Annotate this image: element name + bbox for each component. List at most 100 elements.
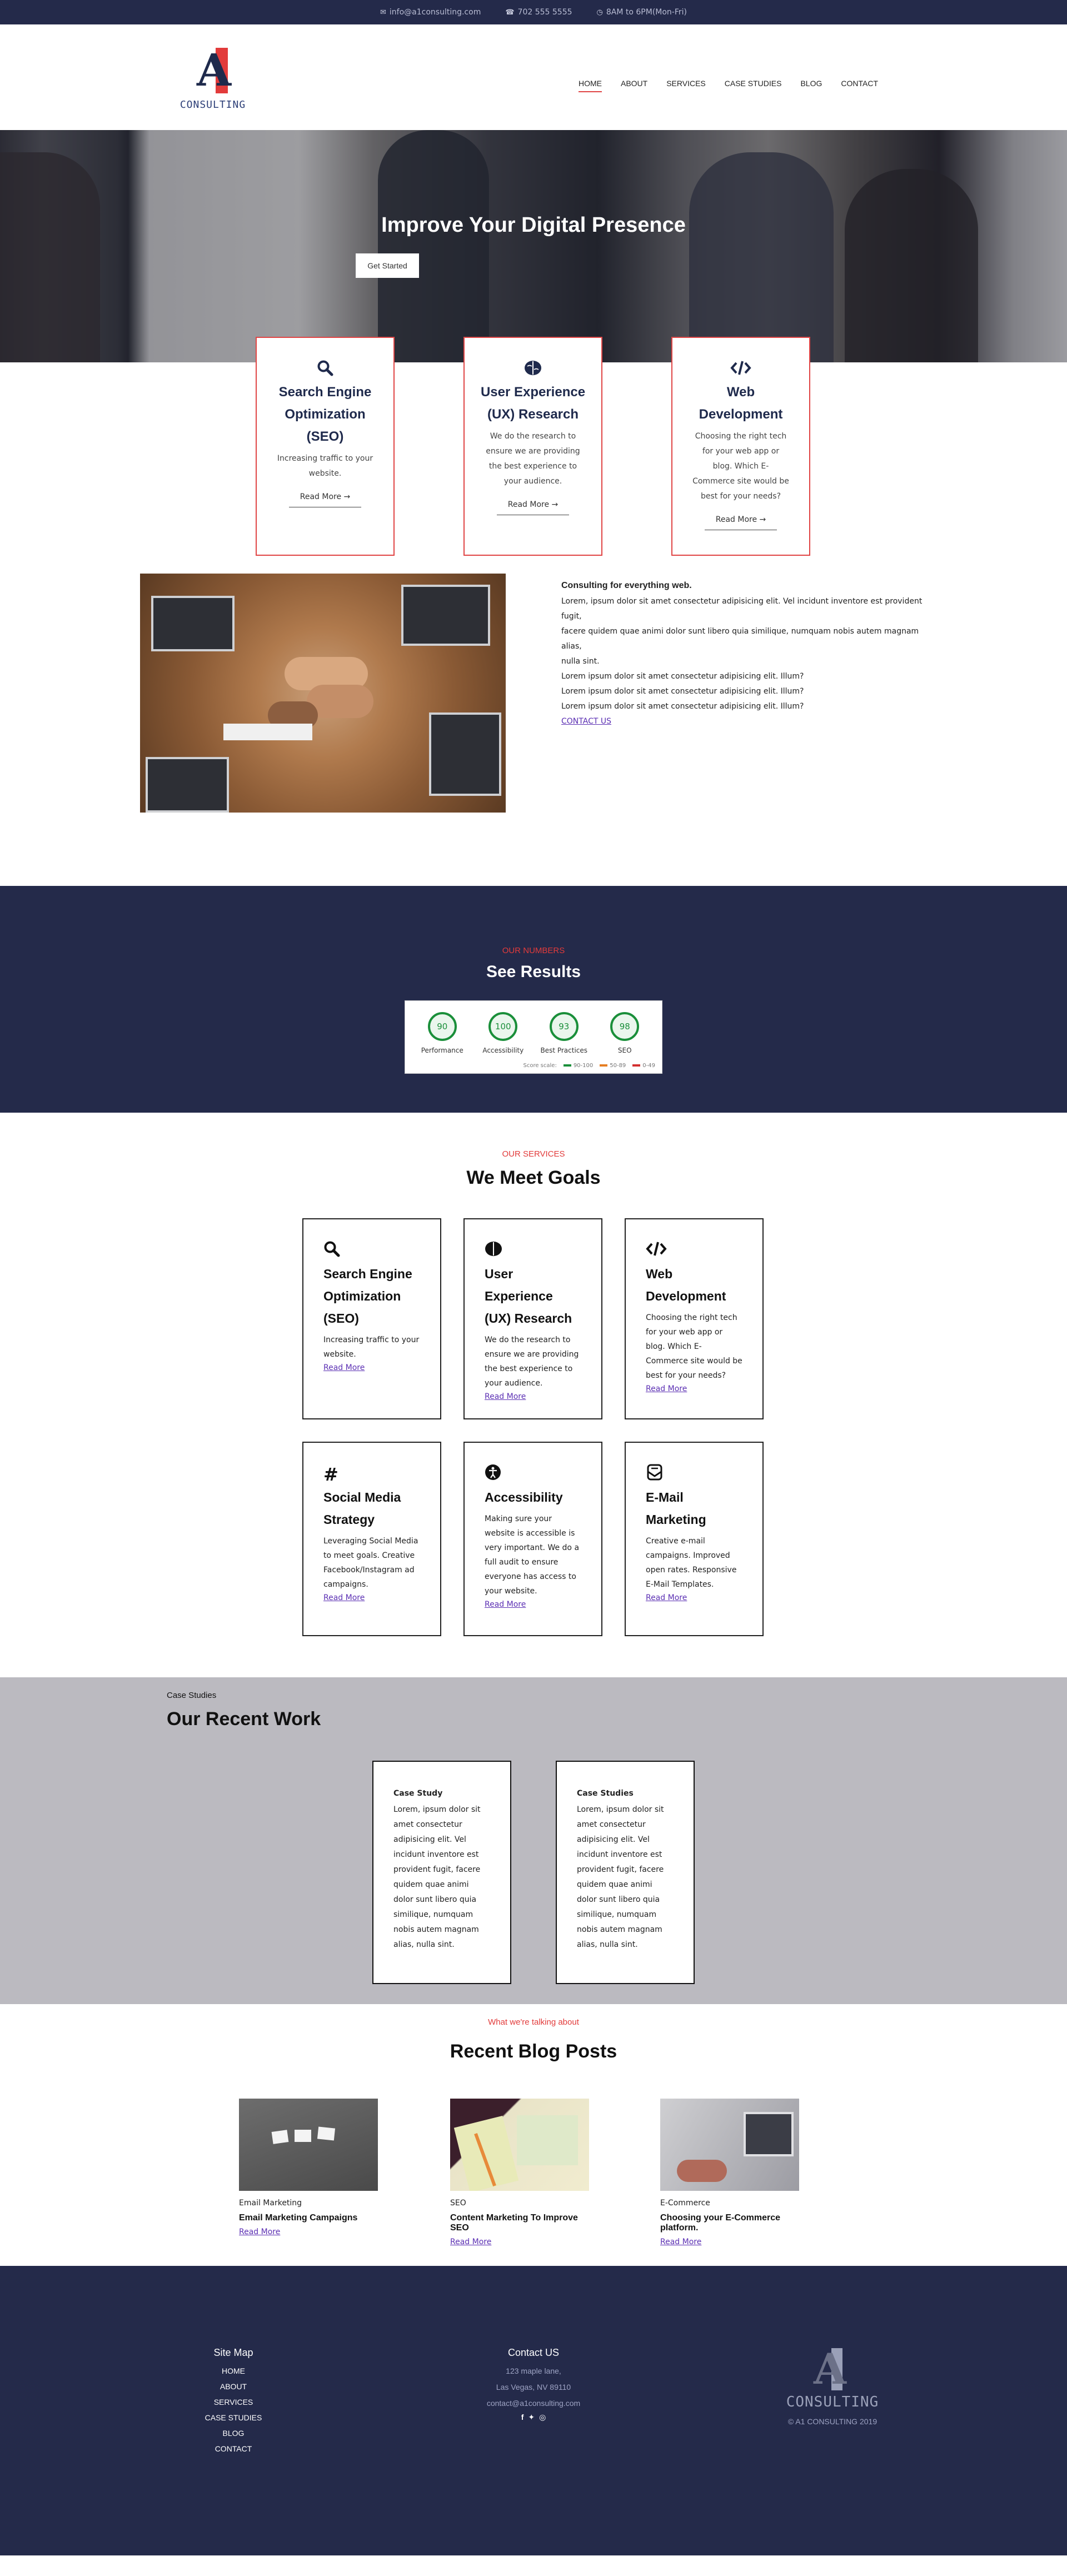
search-icon — [323, 1240, 420, 1260]
consulting-section: Consulting for everything web. Lorem, ip… — [0, 574, 1067, 886]
site-logo[interactable]: A CONSULTING — [177, 48, 249, 111]
blog-post-title[interactable]: Choosing your E-Commerce platform. — [660, 2213, 799, 2233]
case-study-card[interactable]: Case Studies Lorem, ipsum dolor sit amet … — [556, 1761, 695, 1984]
twitter-icon[interactable]: ✦ — [528, 2413, 535, 2422]
feature-read-more-link[interactable]: Read More → — [288, 488, 362, 507]
service-read-more-link[interactable]: Read More — [485, 1600, 526, 1609]
hero-title: Improve Your Digital Presence — [381, 213, 686, 237]
footer-logo-mark: A — [814, 2344, 846, 2394]
topbar-hours: ◷ 8AM to 6PM(Mon-Fri) — [597, 8, 687, 17]
blog-post-image[interactable] — [660, 2099, 799, 2191]
nav-contact[interactable]: CONTACT — [841, 79, 878, 92]
footer-link-about[interactable]: ABOUT — [150, 2379, 317, 2394]
feature-card-web-dev: Web Development Choosing the right tech fo… — [671, 337, 810, 556]
feature-title: Web Development — [699, 385, 783, 422]
nav-blog[interactable]: BLOG — [800, 79, 822, 92]
case-study-card[interactable]: Case Study Lorem, ipsum dolor sit amet co… — [372, 1761, 511, 1984]
nav-about[interactable]: ABOUT — [621, 79, 647, 92]
service-read-more-link[interactable]: Read More — [646, 1593, 687, 1602]
footer-link-blog[interactable]: BLOG — [150, 2425, 317, 2441]
brain-icon — [478, 357, 588, 379]
service-title: Search Engine Optimization (SEO) — [323, 1267, 412, 1326]
service-title: Accessibility — [485, 1490, 563, 1504]
gauge-performance: 90 Performance — [415, 1012, 470, 1054]
footer-contact: Contact US 123 maple lane, Las Vegas, NV… — [450, 2347, 617, 2422]
nav-home[interactable]: HOME — [578, 79, 602, 92]
service-card-accessibility: Accessibility Making sure your website is… — [463, 1442, 602, 1636]
topbar-phone-text: 702 555 5555 — [517, 8, 572, 17]
footer-link-services[interactable]: SERVICES — [150, 2394, 317, 2410]
feature-title: Search Engine Optimization (SEO) — [278, 385, 372, 444]
service-read-more-link[interactable]: Read More — [485, 1392, 526, 1401]
cases-title: Our Recent Work — [167, 1708, 321, 1730]
blog-post-card: E-Commerce Choosing your E-Commerce plat… — [660, 2099, 799, 2246]
numbers-eyebrow: OUR NUMBERS — [502, 946, 565, 955]
blog-eyebrow: What we're talking about — [488, 2017, 579, 2027]
get-started-button[interactable]: Get Started — [356, 253, 419, 278]
service-read-more-link[interactable]: Read More — [646, 1384, 687, 1393]
service-card-social-media: # Social Media Strategy Leveraging Social… — [302, 1442, 441, 1636]
footer-link-case-studies[interactable]: CASE STUDIES — [150, 2410, 317, 2425]
search-icon — [270, 357, 380, 379]
service-read-more-link[interactable]: Read More — [323, 1593, 365, 1602]
consulting-heading: Consulting for everything web. — [561, 581, 692, 590]
cases-eyebrow: Case Studies — [167, 1691, 217, 1700]
blog-post-card: Email Marketing Email Marketing Campaign… — [239, 2099, 378, 2236]
feature-read-more-link[interactable]: Read More → — [496, 496, 570, 515]
service-read-more-link[interactable]: Read More — [323, 1363, 365, 1372]
footer-logo[interactable]: A CONSULTING © A1 CONSULTING 2019 — [777, 2348, 888, 2426]
logo-mark: A — [197, 44, 232, 96]
feature-read-more-link[interactable]: Read More → — [704, 511, 777, 530]
envelope-icon: ✉ — [380, 8, 386, 17]
service-text: Increasing traffic to your website. — [323, 1336, 420, 1359]
blog-post-image[interactable] — [239, 2099, 378, 2191]
feature-card-seo: Search Engine Optimization (SEO) Increasin… — [256, 337, 395, 556]
footer-link-contact[interactable]: CONTACT — [150, 2441, 317, 2457]
feature-title: User Experience (UX) Research — [480, 385, 586, 422]
footer-logo-wordmark: CONSULTING — [786, 2394, 879, 2410]
mail-bulk-icon — [646, 1464, 742, 1484]
services-title: We Meet Goals — [466, 1167, 601, 1188]
copyright-text: © A1 CONSULTING 2019 — [787, 2417, 877, 2426]
footer-link-home[interactable]: HOME — [150, 2363, 317, 2379]
lighthouse-score-card: 90 Performance 100 Accessibility 93 Best Pr… — [405, 1000, 662, 1074]
service-text: Leveraging Social Media to meet goals. Cr… — [323, 1537, 418, 1589]
address-line-2: Las Vegas, NV 89110 — [496, 2383, 571, 2391]
topbar-phone[interactable]: ☎ 702 555 5555 — [505, 8, 572, 17]
blog-post-title[interactable]: Content Marketing To Improve SEO — [450, 2213, 589, 2233]
service-title: Web Development — [646, 1267, 726, 1303]
blog-read-more-link[interactable]: Read More — [660, 2238, 701, 2246]
feature-text: Choosing the right tech for your web app … — [692, 432, 789, 501]
nav-services[interactable]: SERVICES — [666, 79, 706, 92]
blog-section: What we're talking about Recent Blog Pos… — [0, 2004, 1067, 2266]
facebook-icon[interactable]: f — [521, 2413, 524, 2422]
teamwork-photo — [140, 574, 506, 813]
case-study-title: Case Study — [393, 1789, 443, 1798]
blog-read-more-link[interactable]: Read More — [450, 2238, 491, 2246]
case-study-text: Lorem, ipsum dolor sit amet consectetur ad… — [577, 1805, 664, 1949]
service-title: User Experience (UX) Research — [485, 1267, 572, 1326]
hashtag-icon: # — [323, 1464, 338, 1485]
service-text: Making sure your website is accessible is… — [485, 1514, 580, 1596]
top-info-bar: ✉ info@a1consulting.com ☎ 702 555 5555 ◷… — [0, 0, 1067, 24]
service-text: Creative e-mail campaigns. Improved open r… — [646, 1537, 737, 1589]
services-eyebrow: OUR SERVICES — [502, 1149, 565, 1159]
contact-title: Contact US — [507, 2347, 560, 2358]
nav-case-studies[interactable]: CASE STUDIES — [725, 79, 782, 92]
contact-us-link[interactable]: CONTACT US — [561, 717, 611, 726]
topbar-email[interactable]: ✉ info@a1consulting.com — [380, 8, 481, 17]
blog-post-image[interactable] — [450, 2099, 589, 2191]
contact-email[interactable]: contact@a1consulting.com — [450, 2395, 617, 2411]
brain-icon — [485, 1240, 581, 1260]
gauge-best-practices: 93 Best Practices — [536, 1012, 592, 1054]
service-text: Choosing the right tech for your web app … — [646, 1313, 742, 1380]
instagram-icon[interactable]: ◎ — [539, 2413, 546, 2422]
service-text: We do the research to ensure we are provi… — [485, 1336, 579, 1388]
service-card-web-dev: Web Development Choosing the right tech fo… — [625, 1218, 764, 1419]
blog-post-title[interactable]: Email Marketing Campaigns — [239, 2213, 378, 2223]
service-card-ux: User Experience (UX) Research We do the r… — [463, 1218, 602, 1419]
address-line-1: 123 maple lane, — [506, 2366, 561, 2375]
phone-icon: ☎ — [505, 8, 515, 17]
blog-read-more-link[interactable]: Read More — [239, 2228, 280, 2236]
consulting-text: Consulting for everything web. Lorem, ip… — [561, 578, 928, 729]
